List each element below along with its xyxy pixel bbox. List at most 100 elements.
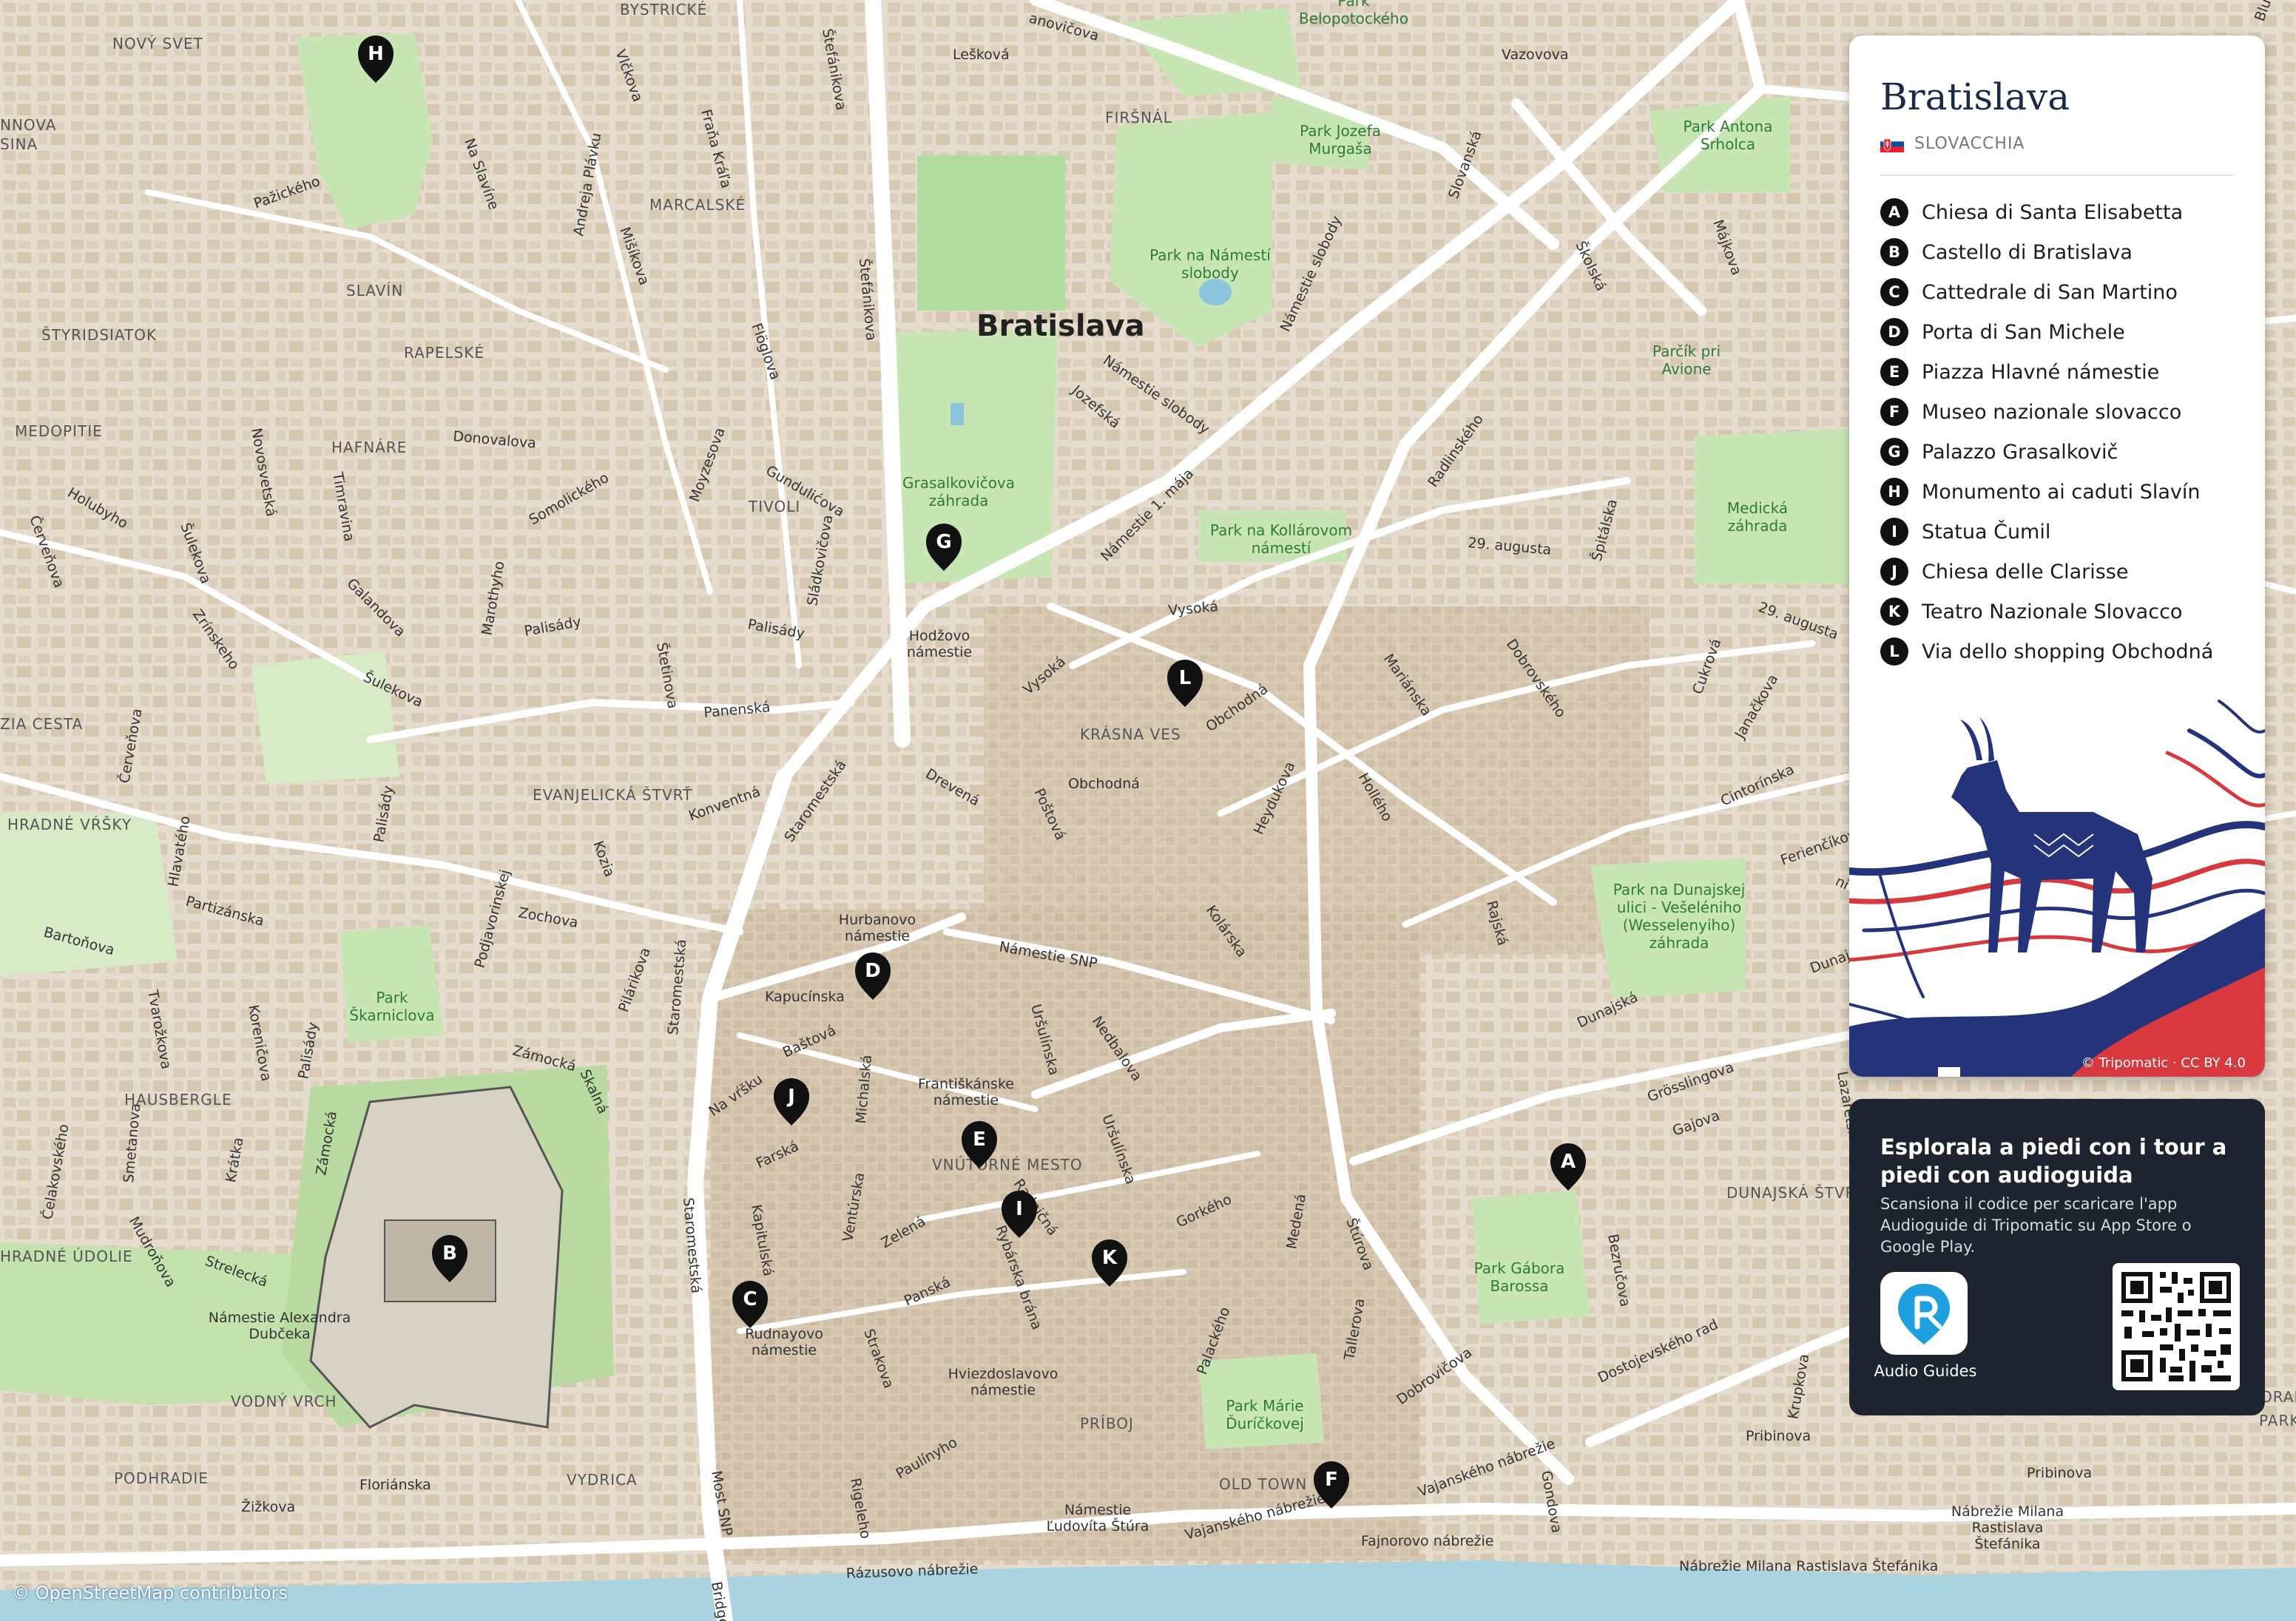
city-label: Bratislava — [976, 309, 1145, 343]
poi-badge: G — [1880, 438, 1908, 466]
poi-badge: H — [1880, 478, 1908, 506]
svg-text:Floriánska: Floriánska — [359, 1477, 431, 1493]
svg-text:HRADNÉ VŔŠKY: HRADNÉ VŔŠKY — [7, 816, 132, 833]
svg-text:OLD TOWN: OLD TOWN — [1219, 1475, 1307, 1493]
svg-text:KRÁSNA VES: KRÁSNA VES — [1080, 725, 1181, 743]
svg-text:Medickázáhrada: Medická záhrada — [1727, 499, 1788, 535]
poi-list-item-e[interactable]: E Piazza Hlavné námestie — [1880, 352, 2213, 392]
poi-list-item-f[interactable]: F Museo nazionale slovacco — [1880, 392, 2213, 432]
svg-text:Fajnorovo nábrežie: Fajnorovo nábrežie — [1361, 1533, 1493, 1549]
svg-text:NOVÝ SVET: NOVÝ SVET — [112, 35, 203, 53]
svg-text:C: C — [743, 1288, 757, 1310]
poi-name: Monumento ai caduti Slavín — [1922, 480, 2201, 504]
poi-name: Museo nazionale slovacco — [1922, 400, 2182, 424]
svg-text:MEDOPITIE: MEDOPITIE — [15, 422, 103, 440]
svg-text:PRÍBOJ: PRÍBOJ — [1080, 1415, 1134, 1432]
chamois-illustration — [1849, 700, 2265, 1077]
poi-name: Statua Čumil — [1922, 520, 2051, 544]
svg-text:Park JozefaMurgaša: Park Jozefa Murgaša — [1300, 122, 1381, 158]
poi-list-item-h[interactable]: H Monumento ai caduti Slavín — [1880, 472, 2213, 512]
svg-text:Parčík priAvione: Parčík pri Avione — [1652, 342, 1721, 378]
svg-text:Hurbanovonámestie: Hurbanovo námestie — [839, 912, 916, 944]
svg-text:Žižkova: Žižkova — [241, 1498, 295, 1515]
svg-text:Vazovova: Vazovova — [1502, 47, 1569, 63]
poi-name: Teatro Nazionale Slovacco — [1922, 600, 2183, 623]
svg-text:A: A — [1561, 1151, 1576, 1173]
app-label: Audio Guides — [1874, 1362, 1977, 1380]
svg-text:VYDRICA: VYDRICA — [567, 1471, 638, 1489]
poi-list-item-c[interactable]: C Cattedrale di San Martino — [1880, 272, 2213, 312]
poi-list-item-g[interactable]: G Palazzo Grasalkovič — [1880, 432, 2213, 472]
svg-text:Rudnayovonámestie: Rudnayovo námestie — [745, 1326, 823, 1358]
poi-list-item-l[interactable]: L Via dello shopping Obchodná — [1880, 632, 2213, 671]
poi-list-item-j[interactable]: J Chiesa delle Clarisse — [1880, 552, 2213, 592]
poi-name: Piazza Hlavné námestie — [1922, 360, 2160, 384]
svg-text:SINA: SINA — [0, 135, 38, 153]
svg-text:Pribinova: Pribinova — [1746, 1428, 1811, 1444]
svg-text:Obchodná: Obchodná — [1068, 776, 1140, 792]
poi-name: Castello di Bratislava — [1922, 240, 2133, 264]
poi-name: Porta di San Michele — [1922, 320, 2125, 344]
qr-code[interactable] — [2113, 1263, 2240, 1390]
poi-badge: K — [1880, 598, 1908, 626]
poi-badge: E — [1880, 358, 1908, 386]
promo-description: Scansiona il codice per scaricare l'app … — [1880, 1195, 2192, 1256]
svg-text:H: H — [368, 43, 384, 65]
slovakia-flag-icon — [1880, 135, 1905, 152]
svg-text:VODNÝ VRCH: VODNÝ VRCH — [231, 1392, 337, 1410]
country-row: SLOVACCHIA — [1880, 135, 2025, 153]
svg-text:MARCALSKÉ: MARCALSKÉ — [649, 196, 746, 214]
svg-text:Hodžovonámestie: Hodžovo námestie — [907, 628, 972, 660]
poi-list-item-a[interactable]: A Chiesa di Santa Elisabetta — [1880, 192, 2213, 232]
svg-text:FIRŠNÁL: FIRŠNÁL — [1105, 109, 1172, 126]
poi-name: Cattedrale di San Martino — [1922, 280, 2178, 304]
svg-text:ŠTYRIDSIATOK: ŠTYRIDSIATOK — [41, 326, 157, 344]
svg-text:HRADNÉ ÚDOLIE: HRADNÉ ÚDOLIE — [0, 1248, 133, 1265]
svg-text:J: J — [786, 1086, 795, 1108]
svg-text:TIVOLI: TIVOLI — [748, 498, 800, 515]
poi-name: Via dello shopping Obchodná — [1922, 640, 2214, 663]
poi-list: A Chiesa di Santa Elisabetta B Castello di… — [1880, 192, 2213, 671]
poi-badge: L — [1880, 637, 1908, 666]
poi-badge: A — [1880, 198, 1908, 226]
svg-text:SLAVÍN: SLAVÍN — [346, 282, 403, 300]
panel-title: Bratislava — [1880, 75, 2070, 118]
legend-panel: Bratislava SLOVACCHIA A Chiesa di Santa E… — [1849, 35, 2265, 1077]
svg-text:RAPELSKÉ: RAPELSKÉ — [404, 344, 484, 362]
poi-list-item-d[interactable]: D Porta di San Michele — [1880, 312, 2213, 352]
svg-text:VNÚTORNÉ MESTO: VNÚTORNÉ MESTO — [932, 1156, 1083, 1174]
poi-name: Palazzo Grasalkovič — [1922, 440, 2118, 464]
poi-badge: C — [1880, 278, 1908, 306]
svg-text:NNOVA: NNOVA — [0, 116, 56, 134]
svg-text:HAFNÁRE: HAFNÁRE — [331, 439, 407, 456]
poi-badge: I — [1880, 518, 1908, 546]
svg-text:B: B — [442, 1242, 457, 1265]
audio-guides-app-icon[interactable] — [1880, 1272, 1968, 1355]
svg-text:DUNAJSKÁ ŠTVRŤ: DUNAJSKÁ ŠTVRŤ — [1726, 1184, 1865, 1202]
pond-grasalkovic — [951, 403, 964, 425]
illustration-credit: © Tripomatic · CC BY 4.0 — [2081, 1055, 2246, 1071]
svg-text:L: L — [1179, 667, 1192, 689]
svg-text:Park MárieĎuríčkovej: Park Márie Ďuríčkovej — [1226, 1397, 1304, 1432]
osm-attribution[interactable]: © OpenStreetMap contributors — [12, 1583, 288, 1603]
poi-list-item-b[interactable]: B Castello di Bratislava — [1880, 232, 2213, 272]
svg-text:F: F — [1325, 1469, 1338, 1491]
poi-name: Chiesa delle Clarisse — [1922, 560, 2129, 583]
panel-divider — [1880, 175, 2234, 176]
svg-text:G: G — [936, 531, 951, 553]
svg-text:Pribinova: Pribinova — [2027, 1465, 2092, 1481]
poi-list-item-k[interactable]: K Teatro Nazionale Slovacco — [1880, 592, 2213, 632]
svg-text:EVANJELICKÁ ŠTVRŤ: EVANJELICKÁ ŠTVRŤ — [533, 786, 692, 804]
svg-text:I: I — [1016, 1198, 1023, 1220]
poi-list-item-i[interactable]: I Statua Čumil — [1880, 512, 2213, 552]
promo-title: Esplorala a piedi con i tour a piedi con… — [1880, 1134, 2227, 1188]
svg-text:BYSTRICKÉ: BYSTRICKÉ — [620, 1, 707, 18]
poi-badge: B — [1880, 238, 1908, 266]
svg-text:K: K — [1102, 1247, 1118, 1269]
svg-text:Lešková: Lešková — [953, 47, 1010, 63]
svg-text:E: E — [973, 1128, 986, 1151]
poi-badge: J — [1880, 558, 1908, 586]
audioguide-promo: Esplorala a piedi con i tour a piedi con… — [1849, 1099, 2265, 1415]
svg-text:Kapucínska: Kapucínska — [765, 989, 845, 1005]
country-name: SLOVACCHIA — [1914, 135, 2025, 153]
